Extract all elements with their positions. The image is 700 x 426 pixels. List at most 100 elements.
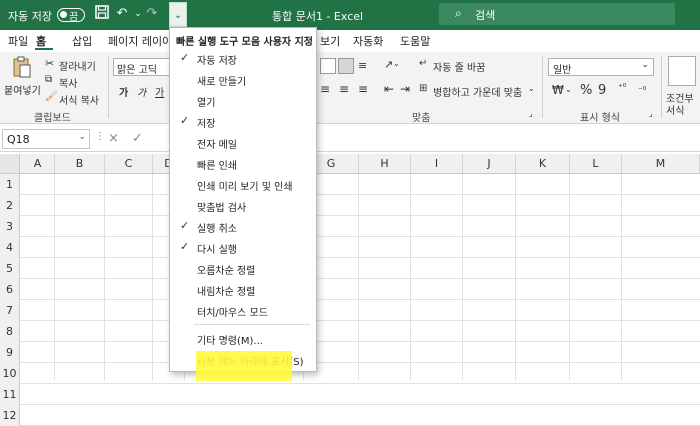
autosave-toggle[interactable]: 끔 <box>57 8 85 23</box>
row-header[interactable]: 1 <box>0 174 20 195</box>
row-header[interactable]: 8 <box>0 321 20 342</box>
row-header[interactable]: 2 <box>0 195 20 216</box>
comma-button[interactable]: 9 <box>598 83 606 98</box>
align-middle-icon[interactable] <box>338 58 354 74</box>
redo-icon[interactable]: ↷ <box>143 5 161 23</box>
sheet-row[interactable]: 6 <box>0 279 700 300</box>
wrap-text-icon[interactable]: ↵ <box>419 58 427 69</box>
menu-item[interactable]: ✓ 자동 저장 <box>170 48 316 69</box>
tab-help[interactable]: 도움말 <box>400 33 430 49</box>
column-header[interactable]: J <box>463 154 516 174</box>
row-header[interactable]: 12 <box>0 405 20 426</box>
column-header[interactable]: H <box>359 154 411 174</box>
row-header[interactable]: 5 <box>0 258 20 279</box>
align-bottom-icon[interactable]: ≡ <box>358 59 367 72</box>
customize-qat-icon[interactable]: ⌄ <box>169 2 187 27</box>
align-left-icon[interactable]: ≡ <box>320 82 330 96</box>
copy-button[interactable]: 복사 <box>59 75 77 90</box>
row-header[interactable]: 11 <box>0 384 20 405</box>
search-box[interactable]: ⌕ 검색 <box>439 3 675 25</box>
column-header[interactable]: M <box>622 154 700 174</box>
sheet-row[interactable]: 3 <box>0 216 700 237</box>
row-header[interactable]: 3 <box>0 216 20 237</box>
menu-item[interactable]: 인쇄 미리 보기 및 인쇄 <box>170 174 316 195</box>
sheet-row[interactable]: 8 <box>0 321 700 342</box>
decrease-indent-icon[interactable]: ⇤ <box>384 82 394 96</box>
select-all-corner[interactable] <box>0 154 20 174</box>
sheet-row[interactable]: 7 <box>0 300 700 321</box>
menu-item[interactable]: 전자 메일 <box>170 132 316 153</box>
menu-item[interactable]: 새로 만들기 <box>170 69 316 90</box>
row-header[interactable]: 9 <box>0 342 20 363</box>
merge-center-button[interactable]: 병합하고 가운데 맞춤 <box>433 84 522 99</box>
bold-button[interactable]: 가 <box>119 84 128 99</box>
conditional-format-button-line2[interactable]: 서식 <box>666 102 684 117</box>
column-header[interactable]: B <box>55 154 105 174</box>
save-icon[interactable] <box>93 5 111 23</box>
format-painter-button[interactable]: 서식 복사 <box>59 92 99 107</box>
font-name-combo[interactable]: 맑은 고딕 <box>113 58 173 76</box>
menu-item[interactable]: 내림차순 정렬 <box>170 279 316 300</box>
wrap-text-button[interactable]: 자동 줄 바꿈 <box>433 59 485 74</box>
cut-button[interactable]: 잘라내기 <box>59 58 96 73</box>
name-box[interactable]: Q18 ⌄ <box>2 129 90 149</box>
menu-item[interactable]: 맞춤법 검사 <box>170 195 316 216</box>
format-painter-icon[interactable]: 🖌 <box>45 91 58 102</box>
align-right-icon[interactable]: ≡ <box>358 82 368 96</box>
align-center-icon[interactable]: ≡ <box>339 82 349 96</box>
menu-item[interactable]: 오름차순 정렬 <box>170 258 316 279</box>
row-header[interactable]: 6 <box>0 279 20 300</box>
row-header[interactable]: 10 <box>0 363 20 384</box>
number-launcher-icon[interactable]: ⌟ <box>649 109 653 118</box>
sheet-row[interactable]: 11 <box>0 384 700 405</box>
menu-item[interactable]: 빠른 인쇄 <box>170 153 316 174</box>
menu-item[interactable]: ✓ 저장 <box>170 111 316 132</box>
currency-dropdown-icon[interactable]: ⌄ <box>565 85 572 94</box>
underline-button[interactable]: 가 <box>155 84 164 99</box>
enter-icon[interactable]: ✓ <box>132 131 143 146</box>
column-header[interactable]: I <box>411 154 463 174</box>
tab-insert[interactable]: 삽입 <box>72 33 92 49</box>
tab-automate[interactable]: 자동화 <box>353 33 383 49</box>
orientation-icon[interactable]: ↗ <box>384 58 393 71</box>
cut-icon[interactable]: ✂ <box>45 57 54 70</box>
menu-item[interactable]: ✓ 실행 취소 <box>170 216 316 237</box>
sheet-row[interactable]: 5 <box>0 258 700 279</box>
decrease-decimal-icon[interactable]: ₋₀ <box>638 83 646 93</box>
increase-decimal-icon[interactable]: ⁺⁰ <box>618 83 626 93</box>
align-top-icon[interactable] <box>320 58 336 74</box>
tab-view[interactable]: 보기 <box>320 33 340 49</box>
menu-item[interactable]: ✓ 다시 실행 <box>170 237 316 258</box>
more-options-icon[interactable]: ⋮ <box>95 131 105 142</box>
number-format-combo[interactable]: 일반 ⌄ <box>548 58 654 76</box>
sheet-row[interactable]: 1 <box>0 174 700 195</box>
increase-indent-icon[interactable]: ⇥ <box>400 82 410 96</box>
copy-icon[interactable]: ⧉ <box>45 74 52 85</box>
row-header[interactable]: 7 <box>0 300 20 321</box>
menu-item[interactable]: 터치/마우스 모드 <box>170 300 316 321</box>
cancel-icon[interactable]: × <box>108 131 119 146</box>
sheet-row[interactable]: 4 <box>0 237 700 258</box>
row-header[interactable]: 4 <box>0 237 20 258</box>
merge-dropdown-icon[interactable]: ⌄ <box>528 84 535 93</box>
worksheet-grid[interactable]: 1 2 3 4 5 6 7 8 9 10 11 12 <box>0 174 700 426</box>
column-header[interactable]: C <box>105 154 153 174</box>
italic-button[interactable]: 가 <box>137 84 146 99</box>
column-header[interactable]: L <box>570 154 622 174</box>
column-header[interactable]: A <box>21 154 55 174</box>
percent-button[interactable]: % <box>580 83 592 98</box>
tab-home[interactable]: 홈 <box>36 33 46 49</box>
conditional-format-icon[interactable] <box>668 56 696 86</box>
column-header[interactable]: K <box>516 154 570 174</box>
orientation-dropdown-icon[interactable]: ⌄ <box>393 59 400 68</box>
paste-icon[interactable] <box>12 56 32 78</box>
menu-item[interactable]: 열기 <box>170 90 316 111</box>
sheet-row[interactable]: 2 <box>0 195 700 216</box>
sheet-row[interactable]: 9 <box>0 342 700 363</box>
merge-center-icon[interactable]: ⊞ <box>419 83 427 94</box>
alignment-launcher-icon[interactable]: ⌟ <box>529 109 533 118</box>
tab-file[interactable]: 파일 <box>8 33 28 49</box>
sheet-row[interactable]: 12 <box>0 405 700 426</box>
menu-item[interactable]: 기타 명령(M)... <box>170 328 316 349</box>
paste-button[interactable]: 붙여넣기 <box>4 82 41 97</box>
